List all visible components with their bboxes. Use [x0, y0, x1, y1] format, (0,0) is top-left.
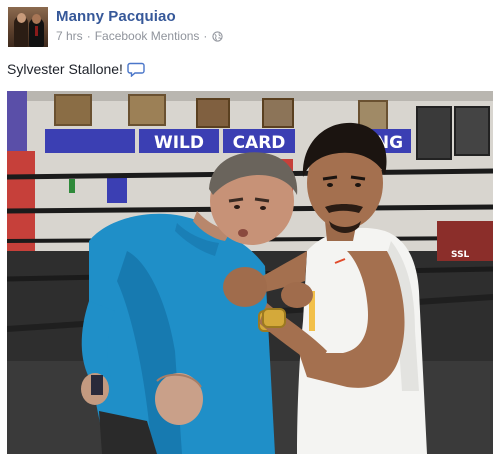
poster-frame — [262, 98, 294, 128]
avatar-tie — [35, 26, 38, 36]
globe-icon[interactable] — [212, 30, 224, 42]
ring-corner-label: SSL — [451, 250, 470, 260]
pacquiao-eye — [327, 183, 333, 187]
meta-separator: · — [203, 29, 208, 43]
speech-bubble-icon — [127, 62, 145, 77]
photo-scene: WILD CARD NG SSL — [7, 91, 493, 454]
rope-tie — [69, 179, 75, 193]
banner-text-card: CARD — [233, 133, 286, 153]
poster-frame — [196, 98, 230, 128]
stallone-brow — [228, 197, 244, 203]
poster-frame — [54, 94, 92, 126]
poster-frame — [128, 94, 166, 126]
pacquiao-eye — [355, 183, 361, 187]
post-text: Sylvester Stallone! — [7, 61, 123, 77]
pacquiao-brow — [322, 175, 338, 181]
avatar-person-right-head — [32, 14, 41, 24]
post-body: Sylvester Stallone! — [7, 61, 145, 77]
poster-frame — [454, 106, 490, 156]
stallone-eye — [260, 206, 266, 210]
facebook-post: Manny Pacquiao 7 hrs · Facebook Mentions… — [0, 0, 500, 462]
post-source[interactable]: Facebook Mentions — [95, 29, 200, 43]
pacquiao-brow — [350, 175, 366, 181]
stallone-mouth — [238, 229, 248, 237]
post-meta: 7 hrs · Facebook Mentions · — [56, 29, 224, 43]
poster-frame — [416, 106, 452, 160]
meta-separator: · — [86, 29, 91, 43]
author-avatar[interactable] — [8, 7, 48, 47]
pacquiao-fist — [223, 267, 267, 307]
pacquiao-other-hand — [281, 282, 313, 308]
avatar-person-left-head — [17, 13, 26, 23]
post-photo[interactable]: WILD CARD NG SSL — [7, 91, 493, 454]
author-name-link[interactable]: Manny Pacquiao — [56, 8, 176, 25]
stallone-phone — [91, 375, 103, 395]
banner-left-panel — [45, 129, 135, 153]
stallone-eye — [234, 205, 240, 209]
ring-corner-pad — [7, 151, 35, 261]
ring-post-pad — [107, 177, 127, 203]
stallone-brow — [254, 197, 270, 203]
gold-watch-face — [262, 308, 286, 328]
banner-text-wild: WILD — [154, 133, 204, 153]
post-timestamp[interactable]: 7 hrs — [56, 29, 83, 43]
